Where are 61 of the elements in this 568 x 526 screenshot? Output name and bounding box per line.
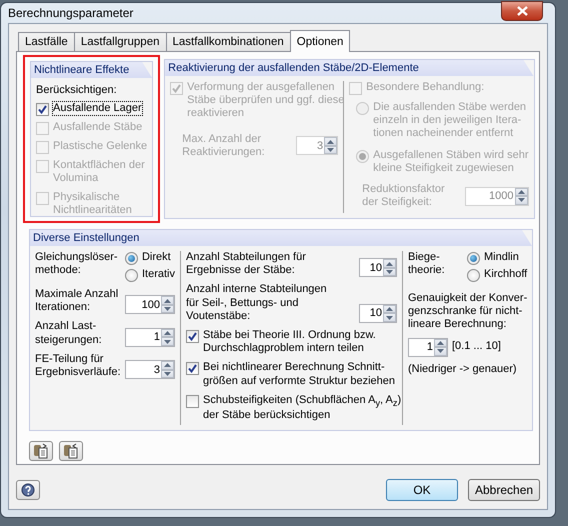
tab[interactable]: Lastfallkombinationen	[166, 32, 291, 51]
radio-button[interactable]	[124, 252, 138, 265]
field-label: Anzahl Last- steigerungen:	[35, 320, 102, 347]
checkbox-label: Verformung der ausgefallenen Stäbe überprüfen und ggf. diese reaktivieren	[187, 81, 344, 121]
tab[interactable]: Lastfälle	[18, 32, 75, 51]
checkbox-label: Stäbe bei Theorie III. Ordnung bzw. Durchschlagproblem intern teilen	[203, 328, 376, 356]
export-button[interactable]	[29, 441, 53, 461]
radio-label: Ausgefallenen Stäben wird sehr kleine Steifigkeit zugewiesen	[373, 148, 528, 175]
number-spinner[interactable]: 10	[359, 258, 397, 278]
close-icon	[516, 6, 528, 16]
close-button[interactable]	[501, 1, 543, 21]
group-header: Nichtlineare Effekte	[31, 62, 152, 78]
number-spinner[interactable]: 1	[408, 338, 448, 357]
radio-label: Iterativ	[142, 268, 175, 282]
field-label: Reduktionsfaktor der Steifigkeit:	[362, 182, 445, 210]
hint-text: (Niedriger -> genauer)	[408, 362, 518, 376]
range-label: [0.1 ... 10]	[452, 340, 501, 354]
checkbox-label: Kontaktflächen der Volumina	[53, 159, 145, 186]
radio-button[interactable]	[467, 269, 480, 282]
group-header: Reaktivierung der ausfallenden Stäbe/2D-Elemente	[165, 60, 534, 76]
checkbox[interactable]	[186, 362, 199, 376]
field-label: Genauigkeit der Konver- genzschranke für nicht- lineare Berechnung:	[408, 292, 528, 332]
dialog-button[interactable]: OK	[386, 479, 458, 501]
radio-label: Direkt	[142, 251, 171, 264]
checkbox-label: Ausfallende Lager	[53, 102, 142, 116]
radio-button[interactable]	[124, 269, 138, 282]
field-label: Maximale Anzahl Iterationen:	[35, 288, 118, 314]
number-spinner[interactable]: 100	[125, 295, 175, 314]
checkbox-label: Plastische Gelenke	[53, 140, 148, 154]
group-label: Berücksichtigen:	[36, 84, 118, 98]
field-label: Anzahl Stabteilungen für Ergebnisse der Stäbe:	[186, 251, 306, 278]
import-button[interactable]	[59, 441, 83, 461]
dialog-button[interactable]: Abbrechen	[468, 479, 540, 501]
checkbox[interactable]	[36, 103, 49, 116]
document-icon	[63, 443, 79, 459]
radio-button[interactable]	[467, 252, 480, 265]
field-label: FE-Teilung für Ergebnisverläufe:	[35, 352, 121, 380]
radio-label: Die ausfallenden Stäbe werden einzeln in den jeweiligen Itera- tionen nacheinender entfernt	[373, 101, 526, 141]
checkbox-label: Besondere Behandlung:	[366, 81, 484, 94]
number-spinner[interactable]: 3	[125, 360, 175, 380]
group-header: Diverse Einstellungen	[30, 230, 532, 246]
number-spinner[interactable]: 10	[359, 304, 397, 323]
document-icon	[33, 443, 49, 459]
checkbox-label: Physikalische Nichtlinearitäten	[53, 190, 132, 217]
window-title: Berechnungsparameter	[8, 6, 134, 20]
tab[interactable]: Optionen	[290, 30, 350, 52]
field-label: Gleichungslöser- methode:	[35, 251, 118, 278]
radio-label: Kirchhoff	[484, 268, 528, 282]
number-spinner[interactable]: 1	[125, 328, 175, 347]
radio-label: Mindlin	[484, 251, 519, 264]
tab[interactable]: Lastfallgruppen	[74, 32, 166, 51]
checkbox-label: Bei nichtlinearer Berechnung Schnitt- größen auf verformte Struktur beziehen	[203, 361, 395, 388]
checkbox-label: Ausfallende Stäbe	[53, 121, 142, 134]
field-label: Max. Anzahl der Reaktivierungen:	[182, 132, 265, 159]
checkbox-label: Schubsteifigkeiten (Schubflächen A$_{y}$, A$_{z}$) der Stäbe berücksichtigen	[203, 394, 402, 422]
field-label: Anzahl interne Stabteilungen für Seil-, Bettungs- und Voutenstäbe:	[186, 283, 327, 323]
help-icon	[21, 483, 35, 497]
checkbox[interactable]	[186, 330, 199, 343]
field-label: Biege- theorie:	[408, 251, 445, 278]
help-button[interactable]	[16, 480, 40, 500]
checkbox[interactable]	[186, 394, 199, 408]
